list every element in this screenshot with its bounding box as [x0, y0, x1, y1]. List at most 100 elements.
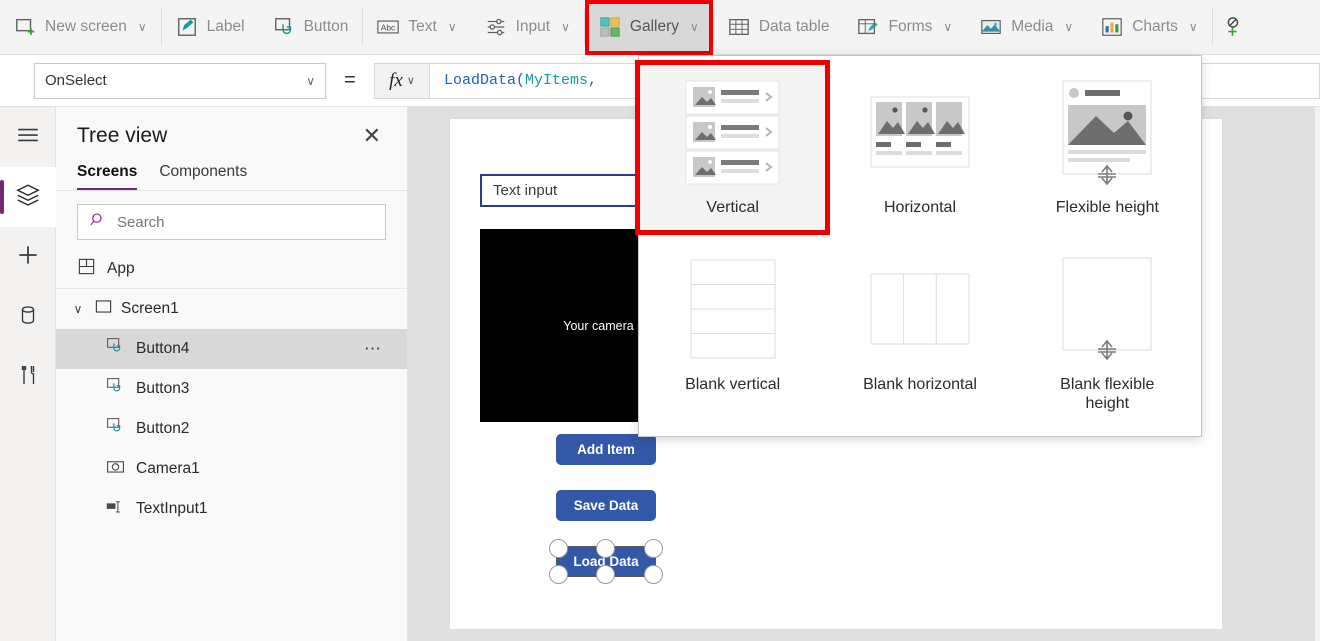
chevron-down-icon[interactable]: ∨ — [70, 302, 86, 316]
button-icon — [106, 337, 125, 361]
gallery-option-blank-horizontal[interactable]: Blank horizontal — [826, 239, 1013, 427]
rail-item-media-tools[interactable] — [0, 347, 56, 407]
search-input[interactable] — [117, 214, 374, 231]
forms-icon — [857, 16, 879, 38]
text-input-icon — [106, 497, 125, 521]
app-icon — [77, 257, 96, 281]
horizontal-gallery-thumb-icon — [870, 76, 970, 188]
toolbar-item-text[interactable]: Abc Text ∨ — [363, 0, 470, 55]
tree-item-camera1[interactable]: Camera1 — [56, 449, 407, 489]
search-box[interactable] — [77, 204, 386, 240]
toolbar-label: Text — [408, 18, 436, 36]
close-icon[interactable]: ✕ — [357, 123, 387, 149]
gallery-options-grid: Vertical — [639, 56, 1201, 231]
tools-icon — [16, 363, 40, 392]
resize-handle-sw[interactable] — [549, 565, 568, 584]
gallery-option-label: Flexible height — [1056, 198, 1159, 217]
tree-item-button4[interactable]: Button4 ⋯ — [56, 329, 407, 369]
rail-item-data[interactable] — [0, 287, 56, 347]
tree-item-label: Screen1 — [121, 300, 179, 318]
button-icon — [106, 377, 125, 401]
property-selector-value: OnSelect — [45, 72, 107, 89]
resize-handle-nw[interactable] — [549, 539, 568, 558]
gallery-blank-options-grid: Blank vertical Blank horizontal — [639, 231, 1201, 427]
tree-item-app[interactable]: App — [56, 249, 407, 289]
tree-view-icon — [15, 182, 41, 213]
gallery-option-blank-vertical[interactable]: Blank vertical — [639, 239, 826, 427]
toolbar-item-forms[interactable]: Forms ∨ — [843, 0, 966, 55]
resize-handle-se[interactable] — [644, 565, 663, 584]
tree-item-label: Button4 — [136, 340, 189, 358]
label-icon — [176, 16, 198, 38]
tree-item-label: Camera1 — [136, 460, 200, 478]
canvas-save-data-button[interactable]: Save Data — [556, 490, 656, 521]
gallery-option-blank-flexible-height[interactable]: Blank flexible height — [1014, 239, 1201, 427]
equals-sign: = — [326, 69, 374, 92]
blank-flexible-height-thumb-icon — [1057, 253, 1157, 365]
tab-components[interactable]: Components — [159, 157, 247, 190]
charts-icon — [1101, 16, 1123, 38]
screen-icon — [94, 297, 113, 321]
toolbar-item-label[interactable]: Label — [162, 0, 259, 55]
input-icon — [485, 16, 507, 38]
tree-item-button2[interactable]: Button2 — [56, 409, 407, 449]
tab-screens[interactable]: Screens — [77, 157, 137, 190]
tree-item-button3[interactable]: Button3 — [56, 369, 407, 409]
toolbar-label: Label — [207, 18, 245, 36]
blank-vertical-thumb-icon — [683, 253, 783, 365]
gallery-option-horizontal[interactable]: Horizontal — [826, 64, 1013, 231]
gallery-option-label: Blank vertical — [685, 375, 780, 394]
tree-item-screen1[interactable]: ∨ Screen1 — [56, 289, 407, 329]
chevron-down-icon: ∨ — [407, 74, 415, 87]
canvas-add-item-button[interactable]: Add Item — [556, 434, 656, 465]
svg-text:Abc: Abc — [381, 22, 396, 32]
database-icon — [16, 303, 40, 332]
new-screen-icon — [14, 16, 36, 38]
property-selector[interactable]: OnSelect ∨ — [34, 63, 326, 99]
chevron-down-icon: ∨ — [1189, 20, 1198, 34]
tree-view-panel: Tree view ✕ Screens Components App ∨ — [56, 107, 408, 641]
rail-item-insert[interactable] — [0, 227, 56, 287]
toolbar-item-charts[interactable]: Charts ∨ — [1087, 0, 1211, 55]
toolbar-item-new-screen[interactable]: New screen ∨ — [0, 0, 161, 55]
chevron-down-icon: ∨ — [1064, 20, 1073, 34]
toolbar-item-input[interactable]: Input ∨ — [471, 0, 584, 55]
menu-icon — [15, 122, 41, 153]
tree-item-label: Button3 — [136, 380, 189, 398]
fx-label: fx — [389, 70, 403, 92]
text-icon: Abc — [377, 16, 399, 38]
tree-item-label: App — [107, 260, 135, 278]
more-options-icon[interactable]: ⋯ — [364, 339, 383, 359]
gallery-option-flexible-height[interactable]: Flexible height — [1014, 64, 1201, 231]
tree-view-tabs: Screens Components — [56, 157, 407, 191]
button-icon — [106, 417, 125, 441]
resize-handle-s[interactable] — [596, 565, 615, 584]
gallery-option-label: Blank horizontal — [863, 375, 977, 394]
toolbar-label: Charts — [1132, 18, 1178, 36]
search-icon — [89, 211, 107, 234]
tree-item-textinput1[interactable]: TextInput1 — [56, 489, 407, 529]
chevron-down-icon: ∨ — [561, 20, 570, 34]
toolbar-item-icons[interactable] — [1213, 0, 1251, 55]
gallery-option-vertical[interactable]: Vertical — [639, 64, 826, 231]
camera-icon — [106, 457, 125, 481]
toolbar-item-gallery[interactable]: Gallery ∨ — [585, 0, 713, 55]
gallery-option-label: Horizontal — [884, 198, 956, 217]
resize-handle-ne[interactable] — [644, 539, 663, 558]
right-properties-strip — [1315, 107, 1320, 641]
insert-toolbar: New screen ∨ Label Button Abc Text ∨ — [0, 0, 1320, 55]
button-icon — [273, 16, 295, 38]
power-apps-studio: New screen ∨ Label Button Abc Text ∨ — [0, 0, 1320, 641]
toolbar-item-media[interactable]: Media ∨ — [966, 0, 1087, 55]
rail-item-tree-view[interactable] — [0, 167, 56, 227]
fx-button[interactable]: fx ∨ — [374, 63, 430, 99]
toolbar-label: Data table — [759, 18, 830, 36]
resize-handle-n[interactable] — [596, 539, 615, 558]
canvas-text-input-value: Text input — [493, 182, 557, 199]
toolbar-item-data-table[interactable]: Data table — [714, 0, 844, 55]
chevron-down-icon: ∨ — [690, 20, 699, 34]
toolbar-item-button[interactable]: Button — [259, 0, 363, 55]
toolbar-label: Button — [304, 18, 349, 36]
chevron-down-icon: ∨ — [138, 20, 147, 34]
rail-item-menu[interactable] — [0, 107, 56, 167]
